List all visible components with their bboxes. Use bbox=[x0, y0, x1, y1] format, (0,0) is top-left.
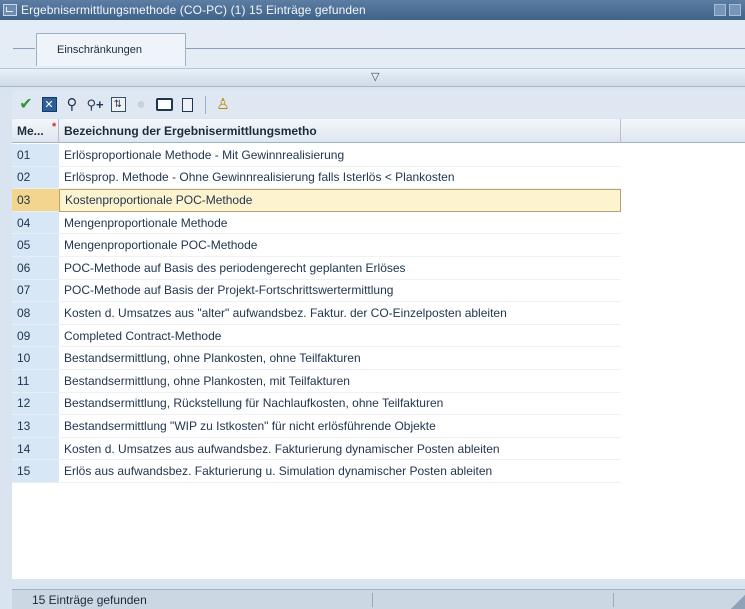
maximize-icon[interactable] bbox=[729, 4, 741, 16]
sort-icon[interactable]: ⇅ bbox=[107, 94, 129, 116]
row-description[interactable]: POC-Methode auf Basis der Projekt-Fortsc… bbox=[59, 280, 621, 303]
table-row[interactable]: 02 Erlösprop. Methode - Ohne Gewinnrealis… bbox=[12, 166, 745, 190]
row-key[interactable]: 12 bbox=[12, 392, 59, 416]
title-bar: Ergebnisermittlungsmethode (CO-PC) (1) 1… bbox=[0, 0, 745, 20]
row-empty-cell bbox=[621, 302, 745, 325]
window-icon bbox=[3, 4, 17, 16]
table-row[interactable]: 14 Kosten d. Umsatzes aus aufwandsbez. Fa… bbox=[12, 437, 745, 461]
row-key[interactable]: 09 bbox=[12, 324, 59, 348]
table-row[interactable]: 04 Mengenproportionale Methode bbox=[12, 211, 745, 235]
person-icon[interactable]: ♙ bbox=[212, 94, 234, 116]
row-empty-cell bbox=[621, 280, 745, 303]
collapse-bar[interactable]: ▽ bbox=[0, 68, 745, 87]
required-marker: * bbox=[52, 120, 57, 133]
row-description[interactable]: Bestandsermittlung, ohne Plankosten, ohn… bbox=[59, 347, 621, 370]
tab-divider bbox=[13, 48, 35, 49]
row-description[interactable]: Erlös aus aufwandsbez. Fakturierung u. S… bbox=[59, 460, 621, 483]
help-icon: ● bbox=[136, 95, 146, 113]
column-header-description[interactable]: Bezeichnung der Ergebnisermittlungsmetho bbox=[59, 118, 621, 143]
table-row[interactable]: 07 POC-Methode auf Basis der Projekt-Fort… bbox=[12, 279, 745, 303]
row-empty-cell bbox=[621, 325, 745, 348]
row-description[interactable]: POC-Methode auf Basis des periodengerech… bbox=[59, 257, 621, 280]
status-separator bbox=[613, 592, 614, 607]
row-empty-cell bbox=[621, 167, 745, 190]
table-row[interactable]: 01 Erlösproportionale Methode - Mit Gewin… bbox=[12, 144, 745, 167]
row-description[interactable]: Erlösprop. Methode - Ohne Gewinnrealisie… bbox=[59, 167, 621, 190]
row-key[interactable]: 14 bbox=[12, 437, 59, 461]
row-key[interactable]: 06 bbox=[12, 256, 59, 280]
row-key[interactable]: 04 bbox=[12, 211, 59, 235]
status-message: 15 Einträge gefunden bbox=[32, 592, 147, 607]
row-empty-cell bbox=[621, 393, 745, 416]
status-bar: 15 Einträge gefunden bbox=[12, 589, 745, 609]
row-empty-cell bbox=[621, 189, 745, 212]
table-row[interactable]: 08 Kosten d. Umsatzes aus "alter" aufwand… bbox=[12, 302, 745, 325]
column-header-empty bbox=[621, 119, 745, 143]
table-body: 01 Erlösproportionale Methode - Mit Gewin… bbox=[12, 144, 745, 483]
table-header: Me... * Bezeichnung der Ergebnisermittlu… bbox=[12, 118, 745, 143]
table-row[interactable]: 15 Erlös aus aufwandsbez. Fakturierung u.… bbox=[12, 460, 745, 483]
row-description[interactable]: Bestandsermittlung "WIP zu Istkosten" fü… bbox=[59, 415, 621, 438]
find-icon[interactable]: ⚲ bbox=[61, 94, 83, 116]
row-key[interactable]: 01 bbox=[12, 144, 59, 167]
row-key[interactable]: 13 bbox=[12, 415, 59, 438]
minimize-icon[interactable] bbox=[714, 4, 726, 16]
table-row[interactable]: 10 Bestandsermittlung, ohne Plankosten, o… bbox=[12, 347, 745, 370]
collapse-arrow-icon[interactable]: ▽ bbox=[371, 71, 379, 83]
row-description[interactable]: Mengenproportionale Methode bbox=[59, 212, 621, 235]
window-title: Ergebnisermittlungsmethode (CO-PC) (1) 1… bbox=[21, 3, 366, 17]
row-description[interactable]: Bestandsermittlung, ohne Plankosten, mit… bbox=[59, 370, 621, 393]
toolbar: ✔ ✕ ⚲ ⚲+ ⇅ ● ♙ bbox=[12, 91, 745, 118]
row-key[interactable]: 15 bbox=[12, 460, 59, 483]
row-empty-cell bbox=[621, 257, 745, 280]
row-empty-cell bbox=[621, 370, 745, 393]
table-row[interactable]: 12 Bestandsermittlung, Rückstellung für N… bbox=[12, 392, 745, 416]
row-key[interactable]: 10 bbox=[12, 347, 59, 370]
row-description[interactable]: Bestandsermittlung, Rückstellung für Nac… bbox=[59, 393, 621, 416]
table-row[interactable]: 13 Bestandsermittlung "WIP zu Istkosten" … bbox=[12, 415, 745, 438]
table-row[interactable]: 09 Completed Contract-Methode bbox=[12, 324, 745, 348]
row-description[interactable]: Kostenproportionale POC-Methode bbox=[59, 189, 621, 212]
column-header-key[interactable]: Me... * bbox=[12, 118, 59, 143]
row-key[interactable]: 05 bbox=[12, 234, 59, 257]
row-empty-cell bbox=[621, 234, 745, 257]
row-empty-cell bbox=[621, 438, 745, 461]
find-next-icon[interactable]: ⚲+ bbox=[84, 94, 106, 116]
row-description[interactable]: Completed Contract-Methode bbox=[59, 325, 621, 348]
status-separator bbox=[372, 592, 373, 607]
row-empty-cell bbox=[621, 347, 745, 370]
document-icon[interactable] bbox=[176, 94, 198, 116]
table-row[interactable]: 06 POC-Methode auf Basis des periodengere… bbox=[12, 256, 745, 280]
check-icon[interactable]: ✔ bbox=[15, 94, 37, 116]
row-key[interactable]: 11 bbox=[12, 369, 59, 393]
table-row[interactable]: 03 Kostenproportionale POC-Methode bbox=[12, 189, 745, 212]
tab-einschraenkungen[interactable]: Einschränkungen bbox=[36, 33, 186, 66]
row-key[interactable]: 02 bbox=[12, 166, 59, 190]
tab-label: Einschränkungen bbox=[57, 44, 143, 56]
row-key[interactable]: 07 bbox=[12, 279, 59, 303]
tab-strip: Einschränkungen bbox=[0, 20, 745, 68]
row-empty-cell bbox=[621, 460, 745, 483]
row-empty-cell bbox=[621, 212, 745, 235]
print-icon[interactable] bbox=[153, 94, 175, 116]
row-empty-cell bbox=[621, 144, 745, 167]
table-row[interactable]: 11 Bestandsermittlung, ohne Plankosten, m… bbox=[12, 369, 745, 393]
row-description[interactable]: Kosten d. Umsatzes aus aufwandsbez. Fakt… bbox=[59, 438, 621, 461]
row-description[interactable]: Mengenproportionale POC-Methode bbox=[59, 234, 621, 257]
window-controls bbox=[714, 4, 741, 16]
cancel-icon[interactable]: ✕ bbox=[38, 94, 60, 116]
resize-grip-icon[interactable] bbox=[731, 595, 745, 609]
row-description[interactable]: Kosten d. Umsatzes aus "alter" aufwandsb… bbox=[59, 302, 621, 325]
row-key[interactable]: 03 bbox=[12, 189, 59, 212]
results-table: Me... * Bezeichnung der Ergebnisermittlu… bbox=[12, 118, 745, 579]
row-key[interactable]: 08 bbox=[12, 302, 59, 325]
row-description[interactable]: Erlösproportionale Methode - Mit Gewinnr… bbox=[59, 144, 621, 167]
toolbar-separator bbox=[205, 95, 206, 114]
tab-divider bbox=[186, 48, 745, 49]
row-empty-cell bbox=[621, 415, 745, 438]
table-row[interactable]: 05 Mengenproportionale POC-Methode bbox=[12, 234, 745, 257]
